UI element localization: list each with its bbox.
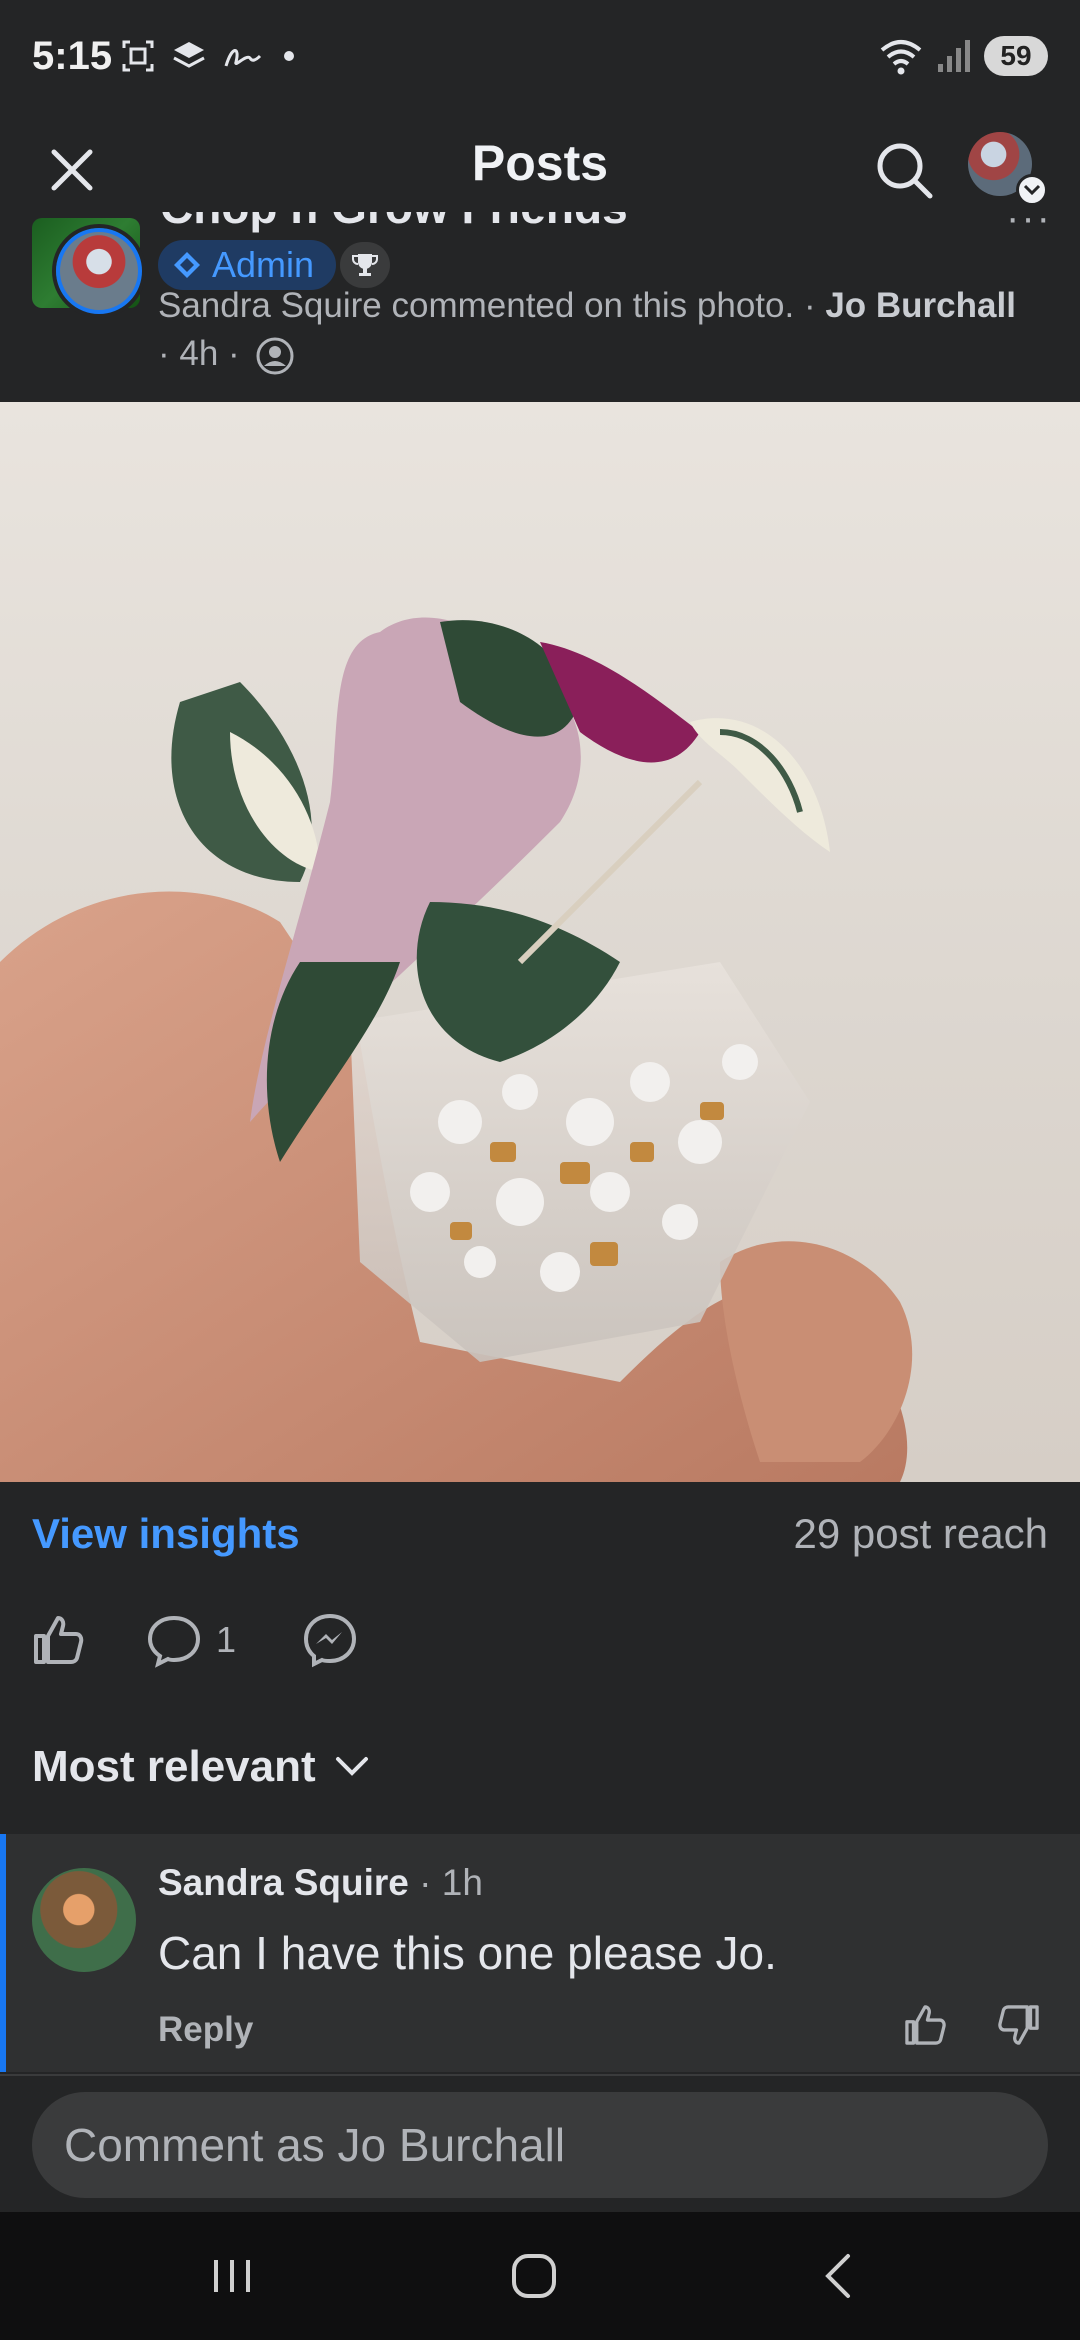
commenter-avatar[interactable] <box>32 1868 136 1972</box>
search-icon <box>877 143 933 199</box>
recent-apps-icon <box>214 2260 250 2292</box>
top-app-bar: Posts <box>0 120 1080 210</box>
back-button[interactable] <box>778 2232 898 2320</box>
notification-dot <box>284 51 294 61</box>
commenter-name-line: Sandra Squire · 1h <box>158 1862 483 1904</box>
status-bar: 5:15 59 <box>0 0 1080 120</box>
author-avatar[interactable] <box>56 228 142 314</box>
trophy-icon <box>352 254 378 276</box>
view-insights-link[interactable]: View insights <box>32 1510 300 1558</box>
profile-switcher-button[interactable] <box>968 132 1048 208</box>
wifi-icon <box>880 40 922 75</box>
comment-sort-dropdown[interactable]: Most relevant <box>32 1742 370 1792</box>
plant-photo-illustration <box>0 617 913 1482</box>
activity-text: Sandra Squire commented on this photo. · <box>158 286 826 325</box>
post-header: Chop n Grow Friends ··· Admin Sandra Squ… <box>0 212 1080 402</box>
comment-composer <box>0 2074 1080 2212</box>
downvote-button[interactable] <box>996 2002 1042 2053</box>
signature-icon <box>224 49 262 67</box>
comment-item: Sandra Squire · 1h Can I have this one p… <box>0 1834 1080 2072</box>
members-privacy-icon <box>256 337 294 375</box>
status-right-icons: 59 <box>878 36 1048 76</box>
more-options-icon[interactable]: ··· <box>1006 212 1052 238</box>
status-notification-icons <box>120 38 294 74</box>
recent-apps-button[interactable] <box>172 2232 292 2320</box>
send-messenger-button[interactable] <box>302 1600 358 1680</box>
chevron-down-icon <box>335 1757 368 1776</box>
comment-button[interactable]: 1 <box>146 1600 236 1680</box>
post-meta: Sandra Squire commented on this photo. ·… <box>158 282 1018 378</box>
chevron-down-icon <box>1016 174 1048 206</box>
battery-indicator: 59 <box>984 36 1048 76</box>
thumbs-up-icon <box>34 1616 84 1664</box>
admin-diamond-icon <box>174 252 200 278</box>
home-button[interactable] <box>474 2232 594 2320</box>
group-name[interactable]: Chop n Grow Friends <box>160 212 628 234</box>
screenshot-icon <box>122 40 154 72</box>
comment-text: Can I have this one please Jo. <box>158 1927 777 1979</box>
search-button[interactable] <box>868 134 940 206</box>
insights-row: View insights 29 post reach <box>0 1482 1080 1582</box>
comment-highlight-bar <box>0 1834 6 2072</box>
upvote-button[interactable] <box>902 2002 948 2053</box>
author-name[interactable]: Jo Burchall <box>825 286 1016 325</box>
signal-icon <box>938 40 970 72</box>
home-icon <box>512 2254 556 2298</box>
thumbs-up-icon <box>905 2005 946 2045</box>
commenter-name[interactable]: Sandra Squire <box>158 1862 409 1903</box>
sort-label: Most relevant <box>32 1742 316 1791</box>
thumbs-down-icon <box>998 2005 1039 2045</box>
reply-button[interactable]: Reply <box>158 2010 253 2050</box>
system-nav-bar <box>0 2212 1080 2340</box>
post-photo[interactable] <box>0 402 1080 1482</box>
post-time: · 4h · <box>158 334 240 373</box>
messenger-icon <box>303 1613 357 1668</box>
like-button[interactable] <box>30 1600 86 1680</box>
back-icon <box>825 2254 850 2298</box>
post-actions: 1 <box>0 1600 1080 1680</box>
admin-label: Admin <box>212 244 315 285</box>
post-reach: 29 post reach <box>793 1510 1048 1557</box>
comment-time: · 1h <box>408 1862 483 1903</box>
comment-count: 1 <box>216 1619 237 1660</box>
comment-icon <box>147 1615 201 1668</box>
comment-input[interactable] <box>32 2092 1048 2198</box>
layers-icon <box>173 42 205 68</box>
status-time: 5:15 <box>32 34 113 78</box>
